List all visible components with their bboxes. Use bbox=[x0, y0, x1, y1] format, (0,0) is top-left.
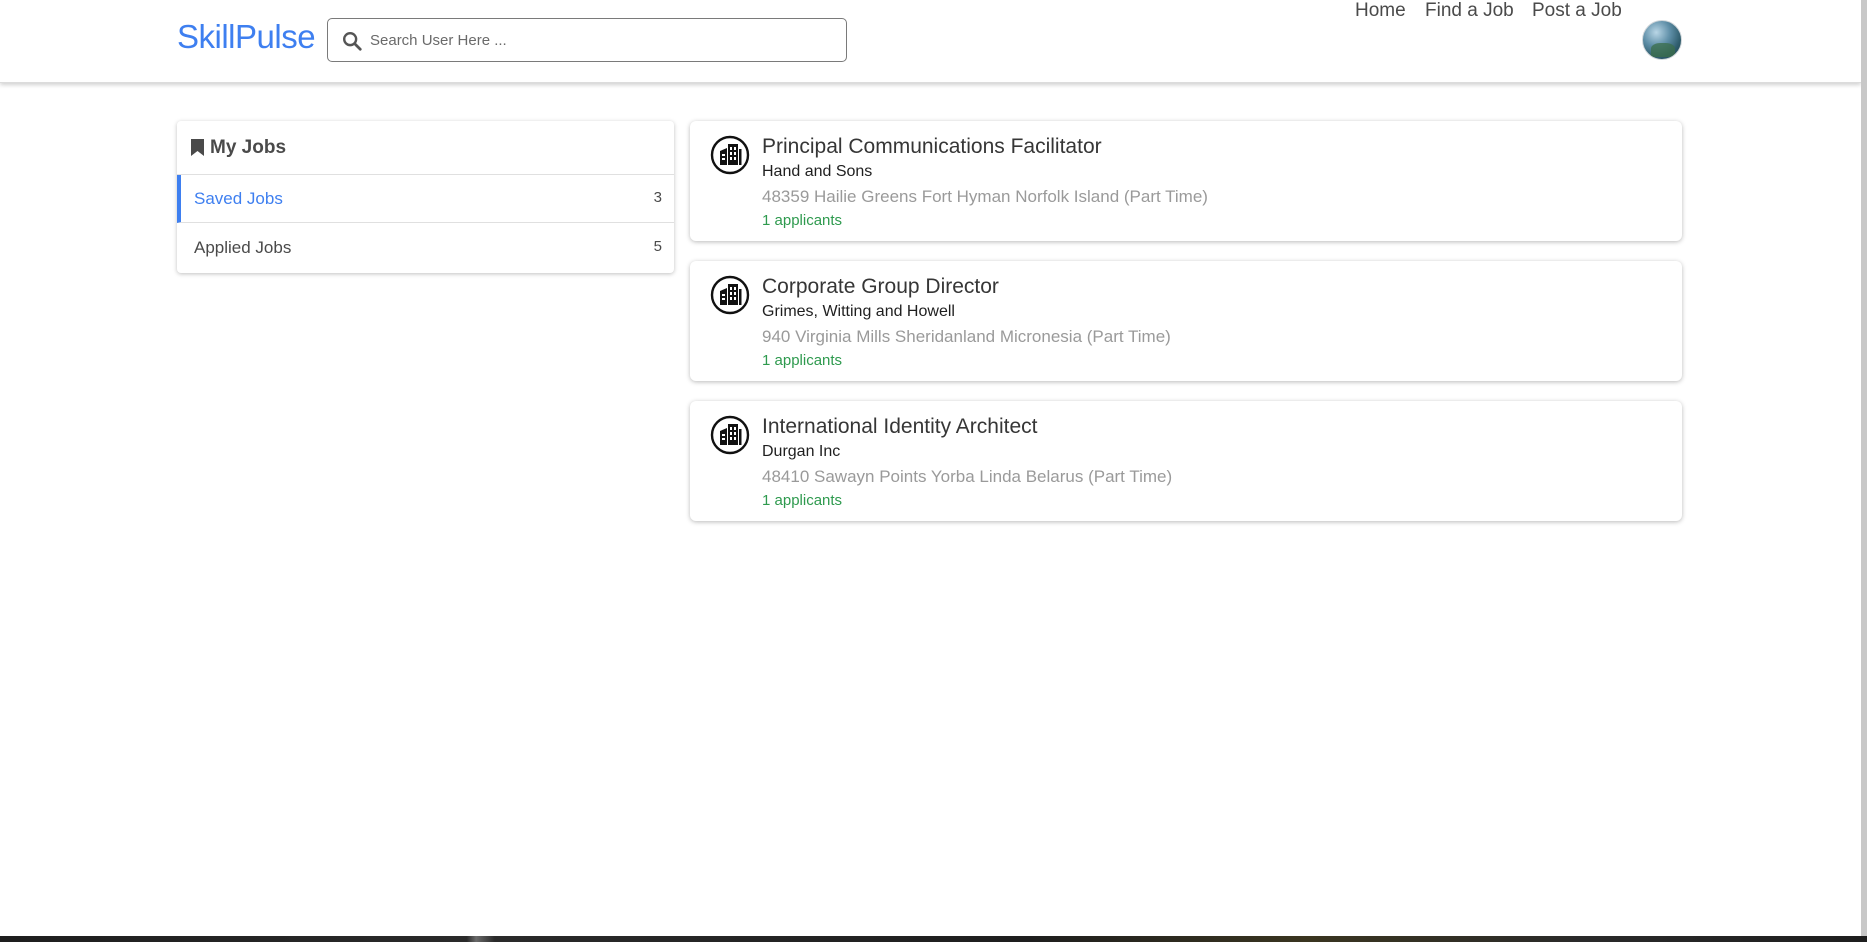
job-company: Hand and Sons bbox=[762, 163, 873, 180]
job-location: 48359 Hailie Greens Fort Hyman Norfolk I… bbox=[762, 187, 1208, 206]
job-card[interactable]: International Identity Architect Durgan … bbox=[690, 401, 1682, 521]
os-taskbar-strip bbox=[0, 936, 1867, 942]
search-box[interactable] bbox=[327, 18, 847, 62]
job-company: Durgan Inc bbox=[762, 443, 841, 460]
sidebar-item-saved-jobs[interactable]: Saved Jobs 3 bbox=[177, 175, 674, 223]
sidebar-item-applied-jobs[interactable]: Applied Jobs 5 bbox=[177, 224, 674, 272]
job-company: Grimes, Witting and Howell bbox=[762, 303, 955, 320]
my-jobs-title: My Jobs bbox=[210, 137, 287, 158]
sidebar-item-count: 5 bbox=[653, 238, 662, 255]
job-location: 48410 Sawayn Points Yorba Linda Belarus … bbox=[762, 467, 1173, 486]
nav-home-link[interactable]: Home bbox=[1355, 0, 1406, 22]
job-applicants: 1 applicants bbox=[762, 352, 843, 369]
job-title[interactable]: Corporate Group Director bbox=[762, 275, 999, 299]
job-card[interactable]: Principal Communications Facilitator Han… bbox=[690, 121, 1682, 241]
job-applicants: 1 applicants bbox=[762, 212, 843, 229]
brand-logo[interactable]: SkillPulse bbox=[177, 18, 316, 56]
job-applicants: 1 applicants bbox=[762, 492, 843, 509]
job-location: 940 Virginia Mills Sheridanland Micrones… bbox=[762, 327, 1171, 346]
sidebar-item-label: Saved Jobs bbox=[194, 189, 283, 208]
nav-find-job-link[interactable]: Find a Job bbox=[1425, 0, 1514, 22]
nav-post-job-link[interactable]: Post a Job bbox=[1532, 0, 1622, 22]
page: SkillPulse Home Find a Job Post a Job My… bbox=[0, 0, 1867, 942]
my-jobs-header: My Jobs bbox=[177, 121, 674, 175]
building-icon bbox=[710, 135, 750, 175]
search-icon bbox=[343, 32, 362, 51]
top-navbar: SkillPulse Home Find a Job Post a Job bbox=[0, 0, 1861, 83]
user-avatar[interactable] bbox=[1642, 20, 1682, 60]
scrollbar-thumb[interactable] bbox=[1861, 0, 1867, 936]
job-title[interactable]: International Identity Architect bbox=[762, 415, 1038, 439]
building-icon bbox=[710, 275, 750, 315]
my-jobs-panel: My Jobs Saved Jobs 3 Applied Jobs 5 bbox=[177, 121, 674, 273]
sidebar-item-label: Applied Jobs bbox=[194, 238, 292, 257]
bookmark-icon bbox=[191, 139, 204, 156]
building-icon bbox=[710, 415, 750, 455]
sidebar-item-count: 3 bbox=[653, 189, 662, 206]
job-card[interactable]: Corporate Group Director Grimes, Witting… bbox=[690, 261, 1682, 381]
search-input[interactable] bbox=[370, 25, 830, 55]
page-scrollbar[interactable] bbox=[1861, 0, 1867, 936]
job-title[interactable]: Principal Communications Facilitator bbox=[762, 135, 1102, 159]
